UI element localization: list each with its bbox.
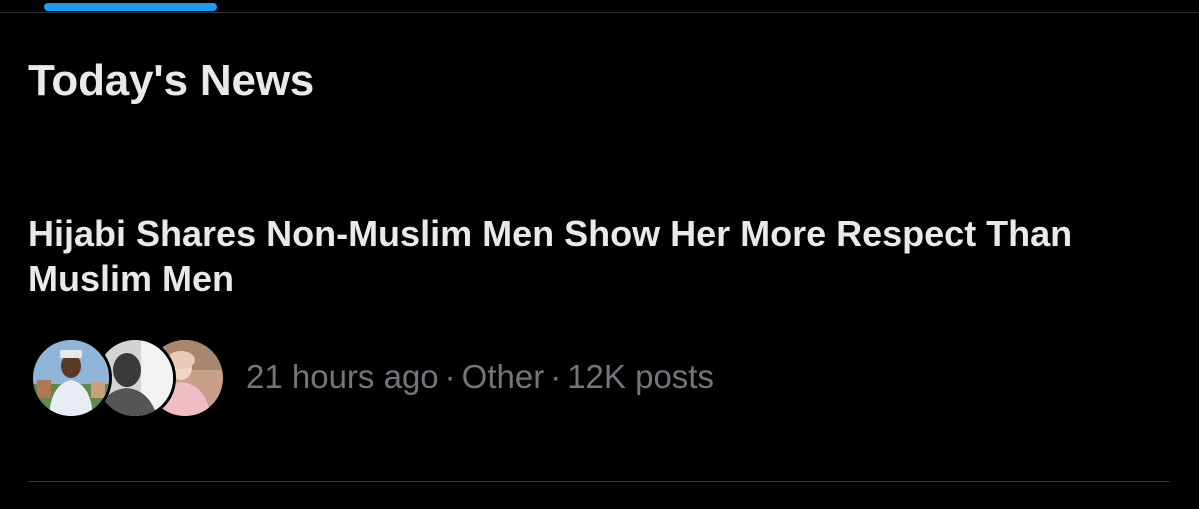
section-title: Today's News [28, 56, 315, 105]
news-meta-text: 21 hours ago · Other · 12K posts [246, 357, 714, 397]
meta-separator: · [550, 358, 562, 395]
news-time: 21 hours ago [246, 358, 439, 395]
meta-separator: · [444, 358, 456, 395]
avatar-photo-man-outdoors [33, 340, 109, 416]
news-category: Other [461, 358, 545, 395]
avatar-stack [30, 335, 226, 419]
news-post-count: 12K posts [567, 358, 714, 395]
avatar [30, 337, 112, 419]
news-item[interactable]: Hijabi Shares Non-Muslim Men Show Her Mo… [0, 195, 1199, 480]
news-meta-row: 21 hours ago · Other · 12K posts [30, 335, 714, 419]
active-tab-indicator [44, 3, 217, 11]
news-headline[interactable]: Hijabi Shares Non-Muslim Men Show Her Mo… [28, 211, 1168, 301]
top-divider [0, 12, 1199, 13]
bottom-divider [28, 481, 1170, 482]
